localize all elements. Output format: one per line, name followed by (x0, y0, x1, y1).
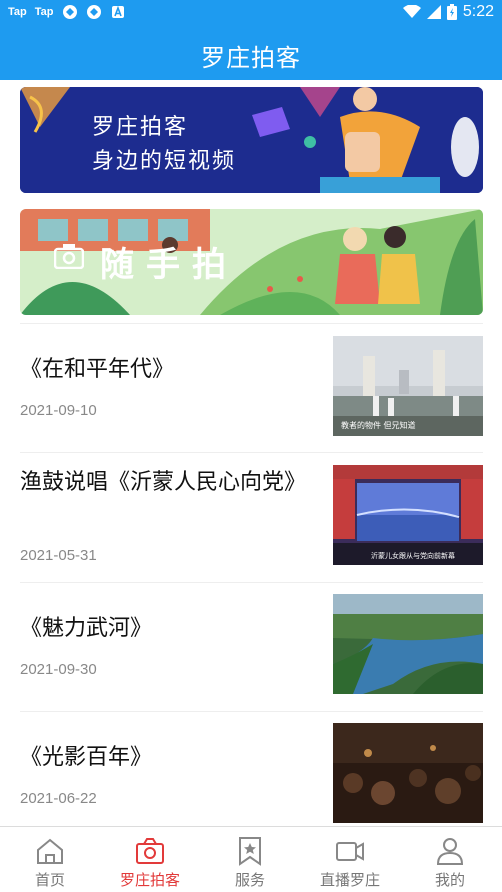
banner-luozhuang-paike[interactable]: 罗庄拍客 身边的短视频 (20, 87, 483, 193)
tab-label: 直播罗庄 (319, 871, 380, 889)
tap-app-label-2: Tap (34, 6, 54, 18)
news-title: 《在和平年代》 (20, 357, 175, 382)
banner-title-line2: 身边的短视频 (92, 149, 237, 174)
news-title: 《光影百年》 (20, 745, 153, 770)
news-thumbnail: 沂蒙儿女跟从与党向前新幕 (333, 465, 483, 565)
tab-services[interactable]: 服务 (200, 827, 300, 892)
thumbnail-caption: 教者的物件 但兄知道 (341, 421, 416, 430)
tab-label: 首页 (34, 871, 65, 889)
thumbnail-caption: 沂蒙儿女跟从与党向前新幕 (371, 552, 455, 560)
list-item[interactable]: 《在和平年代》 2021-09-10 教者的物件 但兄知道 (20, 323, 483, 451)
tab-luozhuang-paike[interactable]: 罗庄拍客 (100, 827, 200, 892)
tap-app-label: Tap (8, 6, 27, 18)
list-item[interactable]: 《光影百年》 2021-06-22 (20, 711, 483, 826)
banner-illustration-2 (20, 209, 483, 315)
tab-live[interactable]: 直播罗庄 (300, 827, 400, 892)
news-thumbnail: 教者的物件 但兄知道 (333, 336, 483, 436)
status-right: 5:22 (402, 3, 494, 21)
camera-icon (136, 838, 164, 864)
banner-illustration (20, 87, 483, 193)
tab-label: 我的 (434, 871, 465, 889)
news-date: 2021-09-30 (20, 661, 97, 678)
news-title: 《魅力武河》 (20, 616, 153, 641)
status-bar: Tap Tap 5:22 (0, 0, 502, 26)
wifi-icon (402, 5, 421, 18)
news-date: 2021-05-31 (20, 547, 97, 564)
app-bar: 罗庄拍客 (0, 26, 502, 80)
battery-icon (446, 4, 457, 20)
news-date: 2021-06-22 (20, 790, 97, 807)
bottom-tab-bar: 首页 罗庄拍客 服务 直播罗庄 我的 (0, 826, 502, 892)
person-icon (436, 838, 464, 865)
news-title: 渔鼓说唱《沂蒙人民心向党》 (20, 470, 307, 495)
tab-label: 服务 (234, 871, 265, 889)
banner-title-line1: 罗庄拍客 (92, 115, 189, 140)
news-date: 2021-09-10 (20, 402, 97, 419)
status-time: 5:22 (462, 3, 494, 20)
page-title: 罗庄拍客 (201, 44, 301, 72)
home-icon (37, 838, 63, 864)
banner2-title: 随手拍 (100, 245, 238, 285)
news-thumbnail (333, 594, 483, 694)
tab-label: 罗庄拍客 (119, 871, 180, 889)
video-icon (336, 842, 364, 861)
banner-suishoupai[interactable]: 随手拍 (20, 209, 483, 315)
camera-icon (54, 244, 84, 269)
cell-signal-icon (426, 5, 441, 19)
list-item[interactable]: 渔鼓说唱《沂蒙人民心向党》 2021-05-31 沂蒙儿女跟从与党向前新幕 (20, 452, 483, 582)
bookmark-star-icon (239, 837, 261, 866)
news-thumbnail (333, 723, 483, 823)
status-left: Tap Tap (8, 4, 126, 20)
list-item[interactable]: 《魅力武河》 2021-09-30 (20, 582, 483, 710)
tab-home[interactable]: 首页 (0, 827, 100, 892)
main-content[interactable]: 罗庄拍客 身边的短视频 随手拍 《在和平年代》 2021-09-10 教者的物件… (0, 80, 502, 826)
sync-icon (62, 5, 77, 19)
notification-a-icon (111, 5, 124, 18)
tab-mine[interactable]: 我的 (400, 827, 500, 892)
sync-icon-2 (86, 5, 101, 19)
